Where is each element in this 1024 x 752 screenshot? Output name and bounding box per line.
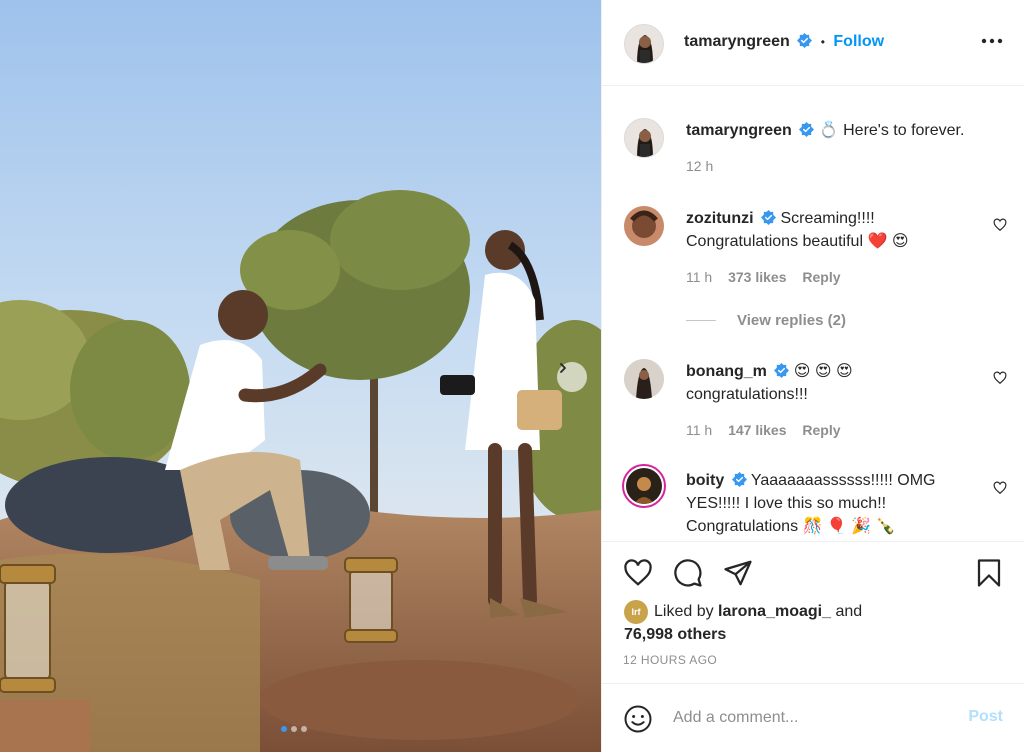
comment-username[interactable]: zozitunzi <box>686 210 754 227</box>
post-timestamp[interactable]: 12 HOURS AGO <box>623 653 717 667</box>
comment-meta: 11 h 373 likes Reply <box>686 269 841 285</box>
caption-text: tamaryngreen 💍 Here's to forever. <box>686 119 1006 142</box>
carousel-indicator <box>281 726 307 732</box>
post-comment-button[interactable]: Post <box>968 708 1003 726</box>
add-comment-bar: Post <box>602 683 1024 752</box>
header-author-line: tamaryngreen • Follow <box>684 33 884 51</box>
heart-icon[interactable] <box>623 558 653 588</box>
comment-like-heart-icon[interactable] <box>993 481 1007 495</box>
comment-text: bonang_m 😍 😍 😍 congratulations!!! <box>686 360 986 406</box>
liked-by-line: Liked by larona_moagi_ and <box>624 600 862 623</box>
comment-username[interactable]: boity <box>686 472 724 489</box>
comment-text: zozitunzi Screaming!!!! Congratulations … <box>686 207 986 253</box>
post-photo[interactable] <box>0 0 601 752</box>
author-avatar[interactable] <box>624 24 664 64</box>
comment-username[interactable]: bonang_m <box>686 363 767 380</box>
comment-avatar[interactable] <box>624 206 664 246</box>
post-header: tamaryngreen • Follow <box>602 0 1024 86</box>
comment-line-2: YES!!!!! I love this so much!! <box>686 495 887 512</box>
post-actions: lrf Liked by larona_moagi_ and 76,998 ot… <box>602 541 1024 683</box>
verified-badge-icon <box>774 363 790 378</box>
carousel-dot <box>301 726 307 732</box>
caption-emoji: 💍 <box>818 122 839 139</box>
caption-time[interactable]: 12 h <box>686 158 713 174</box>
comments-list[interactable]: tamaryngreen 💍 Here's to forever. 12 h z… <box>602 87 1024 541</box>
comment-line-2: congratulations!!! <box>686 386 808 403</box>
comment-meta: 11 h 147 likes Reply <box>686 422 841 438</box>
comment-like-heart-icon[interactable] <box>993 218 1007 232</box>
liked-by-avatar[interactable]: lrf <box>624 600 648 624</box>
liked-by-and: and <box>835 603 863 620</box>
chevron-right-icon <box>560 363 566 373</box>
verified-badge-icon <box>799 122 815 137</box>
comment-line-1: 😍 😍 😍 <box>793 363 853 380</box>
follow-button[interactable]: Follow <box>833 33 884 50</box>
replies-divider <box>686 320 716 321</box>
view-replies-label: View replies (2) <box>737 312 846 329</box>
comment-input[interactable] <box>673 706 943 730</box>
comment-line-3: Congratulations 🎊 🎈 🎉 🍾 <box>686 518 896 535</box>
more-options-button[interactable] <box>981 34 1003 48</box>
comment-line-1: Yaaaaaaassssss!!!!! OMG <box>750 472 936 489</box>
carousel-dot <box>281 726 287 732</box>
comment-time[interactable]: 11 h <box>686 422 712 438</box>
comment-line-2: Congratulations beautiful ❤️ 😍 <box>686 233 909 250</box>
view-replies-button[interactable]: View replies (2) <box>686 312 846 329</box>
likes-count[interactable]: 76,998 others <box>624 623 862 646</box>
liked-by-user[interactable]: larona_moagi_ <box>718 603 831 620</box>
verified-badge-icon <box>797 33 813 48</box>
avatar-image <box>626 468 662 504</box>
author-username[interactable]: tamaryngreen <box>684 33 790 50</box>
send-icon[interactable] <box>723 558 753 588</box>
comment-avatar[interactable] <box>624 359 664 399</box>
carousel-next-button[interactable] <box>557 362 587 392</box>
liked-by: lrf Liked by larona_moagi_ and 76,998 ot… <box>624 600 862 646</box>
comment-reply-button[interactable]: Reply <box>802 422 840 438</box>
avatar-image <box>624 359 664 399</box>
comment-reply-button[interactable]: Reply <box>802 269 840 285</box>
post-side-panel: tamaryngreen • Follow tamaryngreen 💍 Her… <box>601 0 1024 752</box>
caption-username[interactable]: tamaryngreen <box>686 122 792 139</box>
avatar-image <box>625 119 663 157</box>
comment-likes[interactable]: 147 likes <box>728 422 786 438</box>
header-separator: • <box>820 35 825 49</box>
comment-text: boity Yaaaaaaassssss!!!!! OMG YES!!!!! I… <box>686 469 986 538</box>
smiley-icon[interactable] <box>623 704 653 734</box>
ellipsis-icon <box>981 38 1003 44</box>
comment-like-heart-icon[interactable] <box>993 371 1007 385</box>
carousel-dot <box>291 726 297 732</box>
caption-body: Here's to forever. <box>843 122 965 139</box>
liked-by-prefix: Liked by <box>654 603 714 620</box>
avatar-image <box>625 25 663 63</box>
verified-badge-icon <box>731 472 747 487</box>
caption-avatar[interactable] <box>624 118 664 158</box>
proposal-photo-illustration <box>0 0 601 752</box>
comment-line-1: Screaming!!!! <box>780 210 875 227</box>
comment-time[interactable]: 11 h <box>686 269 712 285</box>
verified-badge-icon <box>761 210 776 225</box>
comment-icon[interactable] <box>673 558 703 588</box>
avatar-image <box>624 206 664 246</box>
bookmark-icon[interactable] <box>974 558 1004 588</box>
comment-likes[interactable]: 373 likes <box>728 269 786 285</box>
comment-avatar-story-ring[interactable] <box>622 464 666 508</box>
